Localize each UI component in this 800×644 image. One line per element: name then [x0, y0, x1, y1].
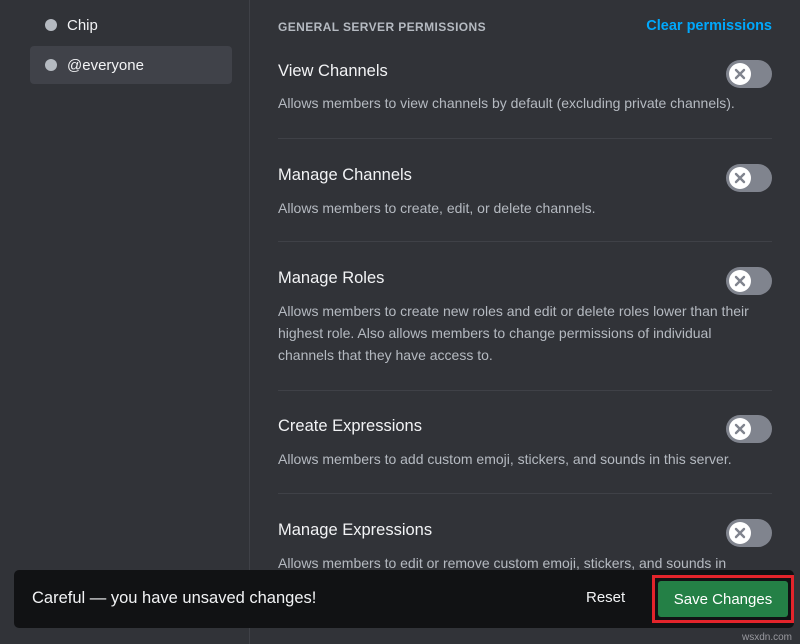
x-icon: [729, 167, 751, 189]
divider: [278, 241, 772, 242]
divider: [278, 493, 772, 494]
role-color-dot-icon: [45, 19, 57, 31]
role-item-everyone[interactable]: @everyone: [30, 46, 232, 84]
roles-sidebar: Chip @everyone: [0, 0, 250, 644]
permission-description: Allows members to create new roles and e…: [278, 303, 749, 363]
divider: [278, 390, 772, 391]
role-item-chip[interactable]: Chip: [30, 6, 232, 44]
divider: [278, 138, 772, 139]
role-label: Chip: [67, 16, 98, 34]
permission-toggle[interactable]: [726, 164, 772, 192]
role-label: @everyone: [67, 56, 144, 74]
x-icon: [729, 522, 751, 544]
role-color-dot-icon: [45, 59, 57, 71]
section-title: GENERAL SERVER PERMISSIONS: [278, 20, 487, 34]
permission-name: Manage Channels: [278, 166, 412, 184]
permission-description: Allows members to view channels by defau…: [278, 95, 735, 111]
x-icon: [729, 418, 751, 440]
permission-description: Allows members to add custom emoji, stic…: [278, 451, 732, 467]
permission-name: Manage Roles: [278, 269, 385, 287]
unsaved-changes-bar: Careful — you have unsaved changes! Rese…: [14, 570, 794, 628]
x-icon: [729, 63, 751, 85]
save-changes-button[interactable]: Save Changes: [658, 581, 788, 617]
permission-toggle[interactable]: [726, 519, 772, 547]
permission-description: Allows members to create, edit, or delet…: [278, 200, 596, 216]
x-icon: [729, 270, 751, 292]
permission-name: Create Expressions: [278, 417, 422, 435]
watermark: wsxdn.com: [741, 632, 792, 643]
permission-name: View Channels: [278, 62, 388, 80]
unsaved-changes-message: Careful — you have unsaved changes!: [32, 589, 317, 607]
permission-toggle[interactable]: [726, 415, 772, 443]
clear-permissions-link[interactable]: Clear permissions: [646, 18, 772, 34]
permission-name: Manage Expressions: [278, 521, 433, 539]
permission-toggle[interactable]: [726, 267, 772, 295]
reset-button[interactable]: Reset: [586, 589, 625, 606]
permissions-panel: GENERAL SERVER PERMISSIONS Clear permiss…: [250, 0, 800, 644]
permission-toggle[interactable]: [726, 60, 772, 88]
